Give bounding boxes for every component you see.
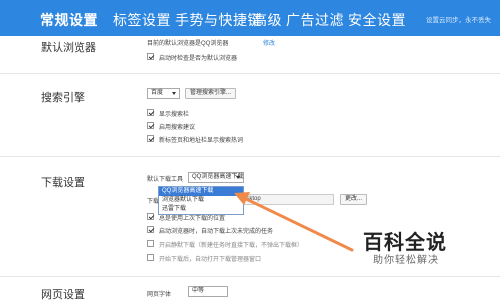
watermark-subtitle: 助你轻松解决: [373, 255, 439, 266]
watermark-logo: 百科全说 助你轻松解决: [357, 224, 469, 272]
